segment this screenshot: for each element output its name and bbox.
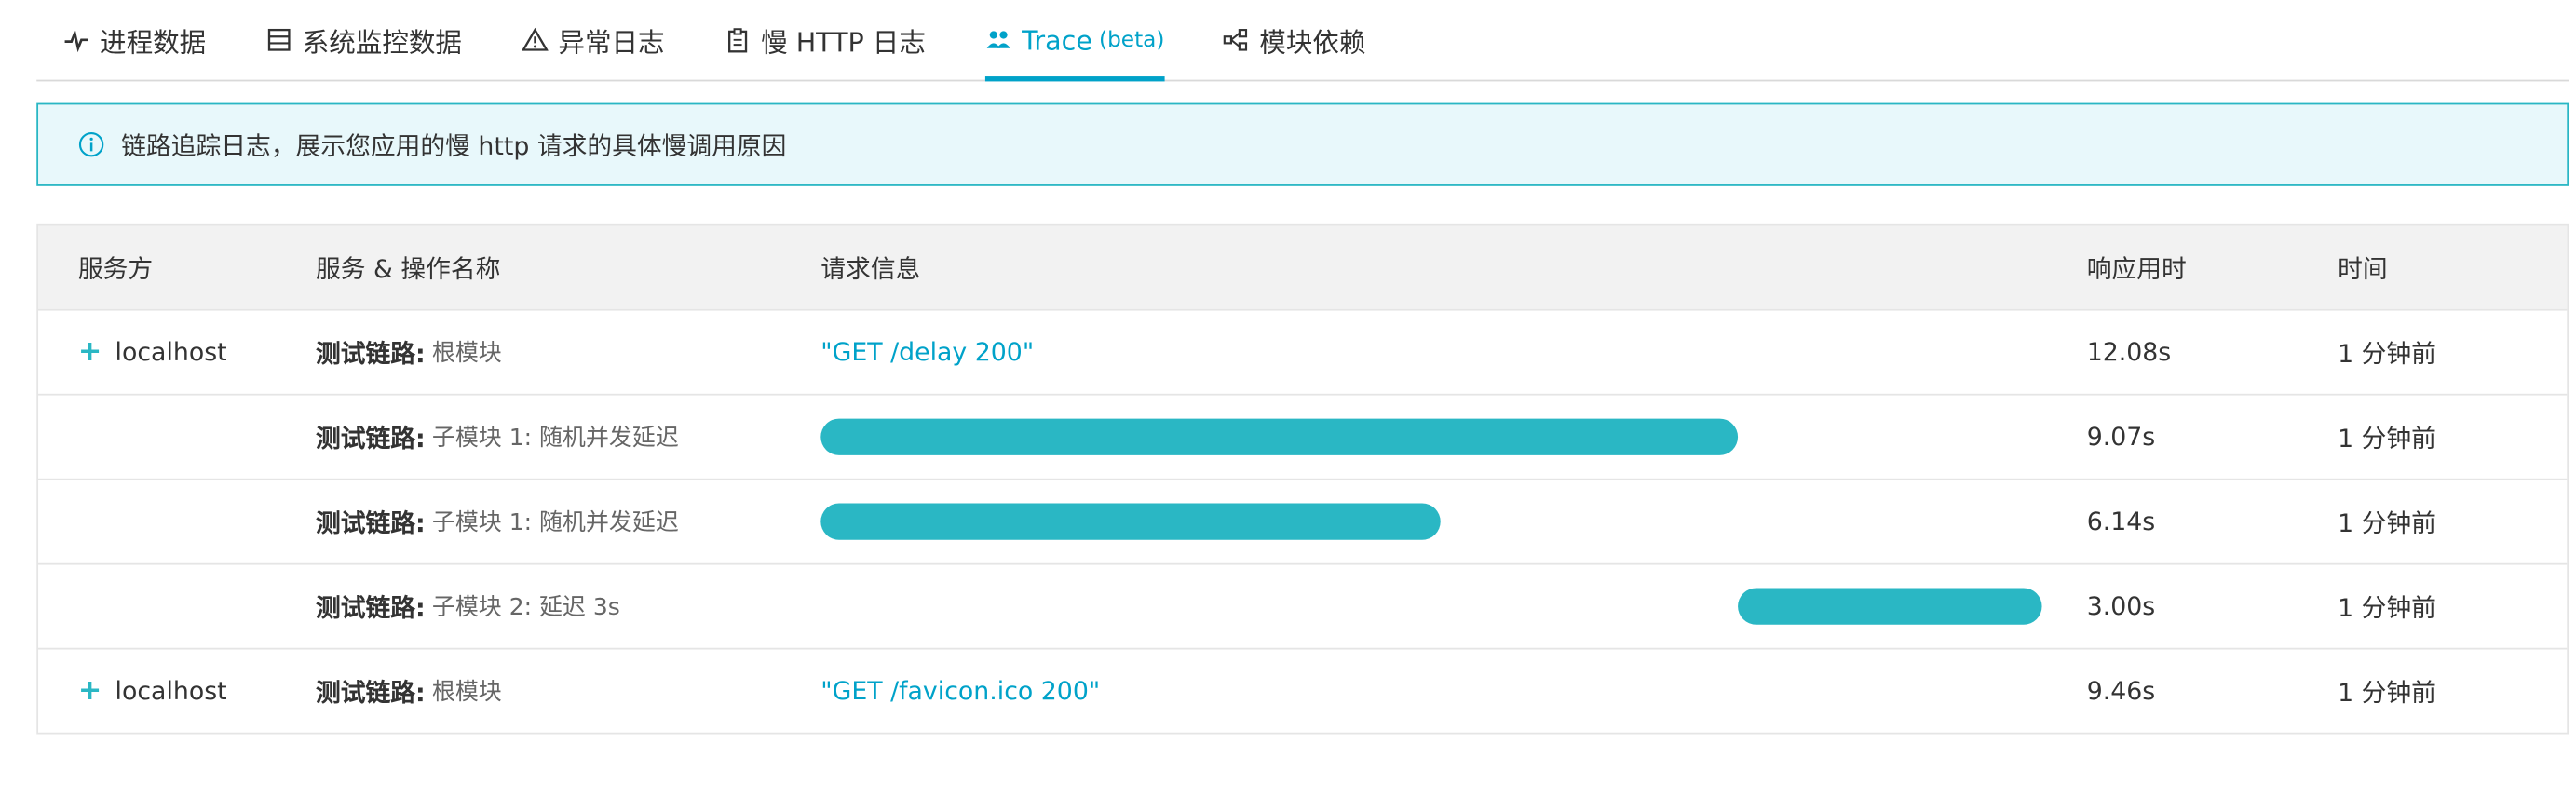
span-duration-bar — [820, 503, 1442, 540]
trace-page: 进程数据 系统监控数据 异常日志 慢 HTTP 日志 Trace (beta) … — [0, 0, 2575, 804]
time-value: 1 分钟前 — [2338, 508, 2436, 538]
operation-trace-name: 测试链路: — [315, 338, 426, 369]
info-notice: 链路追踪日志，展示您应用的慢 http 请求的具体慢调用原因 — [36, 102, 2569, 186]
operation-cell: 测试链路: 根模块 — [316, 311, 502, 394]
table-row[interactable]: 测试链路: 子模块 1: 随机并发延迟 6.14s 1 分钟前 — [38, 478, 2568, 563]
request-link[interactable]: "GET /favicon.ico 200" — [820, 650, 1100, 733]
expand-icon[interactable]: + — [78, 335, 102, 369]
operation-trace-name: 测试链路: — [315, 423, 426, 453]
request-link[interactable]: "GET /delay 200" — [820, 311, 1034, 394]
tab-label: 异常日志 — [558, 26, 665, 59]
duration-value: 3.00s — [2086, 591, 2156, 622]
span-duration-bar — [820, 418, 1739, 455]
service-name: localhost — [115, 337, 227, 368]
service-cell: + localhost — [78, 650, 227, 733]
header-service: 服务方 — [77, 253, 154, 284]
warning-icon — [522, 27, 549, 54]
beta-badge: (beta) — [1099, 27, 1165, 53]
table-header: 服务方 服务 & 操作名称 请求信息 响应用时 时间 — [38, 225, 2568, 309]
operation-module-name: 子模块 1: 随机并发延迟 — [431, 425, 679, 453]
header-time: 时间 — [2338, 253, 2388, 284]
duration-value: 12.08s — [2086, 337, 2172, 368]
duration-value: 9.07s — [2086, 422, 2156, 453]
header-operation: 服务 & 操作名称 — [315, 253, 501, 284]
time-value: 1 分钟前 — [2338, 338, 2436, 369]
trace-table: 服务方 服务 & 操作名称 请求信息 响应用时 时间 + localhost 测… — [36, 223, 2569, 735]
operation-cell: 测试链路: 根模块 — [316, 650, 502, 733]
operation-module-name: 根模块 — [431, 679, 502, 707]
tab-slow-http-log[interactable]: 慢 HTTP 日志 — [725, 0, 926, 80]
header-request: 请求信息 — [820, 253, 921, 284]
info-icon — [78, 131, 105, 158]
tab-trace[interactable]: Trace (beta) — [984, 0, 1165, 82]
clipboard-icon — [725, 27, 752, 54]
tab-label: 模块依赖 — [1259, 26, 1366, 59]
operation-trace-name: 测试链路: — [315, 591, 426, 623]
operation-trace-name: 测试链路: — [315, 676, 426, 708]
operation-cell: 测试链路: 子模块 1: 随机并发延迟 — [316, 396, 679, 479]
tab-bar: 进程数据 系统监控数据 异常日志 慢 HTTP 日志 Trace (beta) … — [36, 0, 2569, 82]
table-row[interactable]: + localhost 测试链路: 根模块 "GET /favicon.ico … — [38, 647, 2568, 733]
operation-cell: 测试链路: 子模块 1: 随机并发延迟 — [316, 480, 679, 563]
operation-module-name: 子模块 2: 延迟 3s — [431, 594, 620, 622]
pulse-icon — [63, 27, 90, 54]
span-duration-bar — [1738, 588, 2042, 625]
table-row[interactable]: 测试链路: 子模块 1: 随机并发延迟 9.07s 1 分钟前 — [38, 393, 2568, 479]
module-icon — [1223, 27, 1250, 54]
tab-system-monitor[interactable]: 系统监控数据 — [265, 0, 462, 80]
time-value: 1 分钟前 — [2338, 591, 2436, 623]
tab-label: Trace — [1022, 23, 1092, 56]
operation-module-name: 子模块 1: 随机并发延迟 — [431, 509, 679, 537]
service-cell: + localhost — [78, 311, 227, 394]
expand-icon[interactable]: + — [78, 674, 102, 708]
table-row[interactable]: 测试链路: 子模块 2: 延迟 3s 3.00s 1 分钟前 — [38, 562, 2568, 648]
time-value: 1 分钟前 — [2338, 676, 2436, 708]
operation-trace-name: 测试链路: — [315, 508, 426, 538]
tab-process-data[interactable]: 进程数据 — [63, 0, 206, 80]
table-row[interactable]: + localhost 测试链路: 根模块 "GET /delay 200" 1… — [38, 308, 2568, 394]
notice-text: 链路追踪日志，展示您应用的慢 http 请求的具体慢调用原因 — [121, 130, 787, 161]
tab-module-dependency[interactable]: 模块依赖 — [1223, 0, 1365, 80]
operation-cell: 测试链路: 子模块 2: 延迟 3s — [316, 565, 620, 648]
duration-value: 6.14s — [2086, 507, 2156, 537]
service-name: localhost — [115, 676, 227, 707]
server-icon — [265, 27, 292, 54]
operation-module-name: 根模块 — [431, 340, 502, 368]
duration-value: 9.46s — [2086, 676, 2156, 707]
time-value: 1 分钟前 — [2338, 423, 2436, 453]
tab-label: 慢 HTTP 日志 — [761, 26, 926, 59]
header-duration: 响应用时 — [2086, 253, 2187, 284]
tab-label: 系统监控数据 — [302, 26, 462, 59]
tab-error-log[interactable]: 异常日志 — [522, 0, 665, 80]
users-icon — [985, 27, 1012, 54]
tab-label: 进程数据 — [100, 26, 207, 59]
